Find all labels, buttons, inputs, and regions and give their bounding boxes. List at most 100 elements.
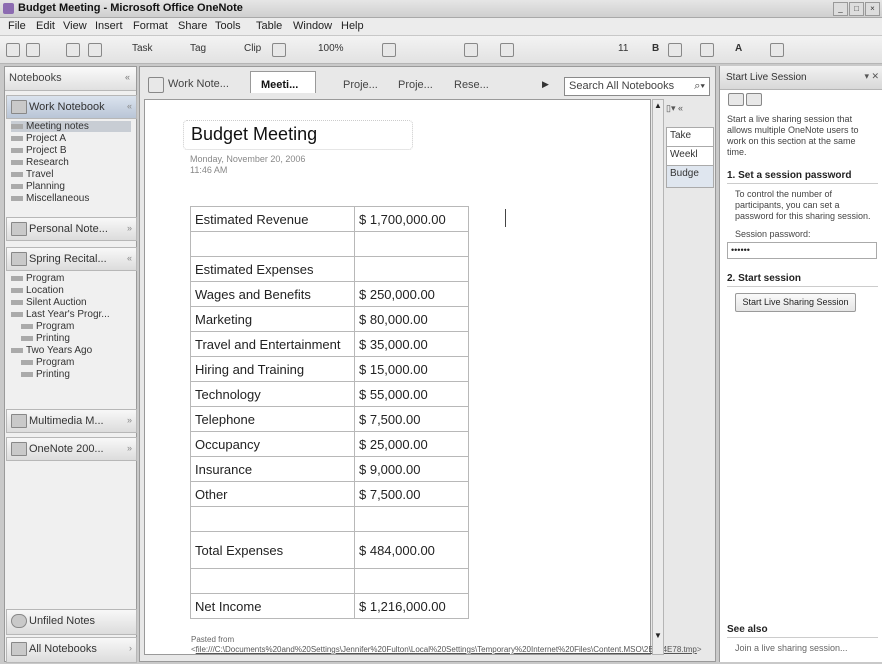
search-input[interactable]: Search All Notebooks ⌕▾ (564, 77, 710, 96)
task-button[interactable]: Task (132, 43, 153, 54)
page-tab-budget[interactable]: Budge (666, 165, 714, 188)
expand-icon[interactable]: » (127, 443, 132, 453)
table-row[interactable]: Marketing $ 80,000.00 (190, 306, 469, 332)
font-color-icon[interactable]: A (735, 43, 742, 54)
new-page-icon[interactable] (6, 43, 20, 57)
all-notebooks[interactable]: All Notebooks › (6, 637, 137, 663)
cut-icon[interactable] (66, 43, 80, 57)
section-program[interactable]: Program (21, 321, 74, 332)
collapse-icon[interactable]: « (127, 253, 132, 263)
table-row[interactable]: Insurance $ 9,000.00 (190, 456, 469, 482)
table-row[interactable]: Total Expenses $ 484,000.00 (190, 531, 469, 569)
highlighter-icon[interactable] (382, 43, 396, 57)
section-program[interactable]: Program (21, 357, 74, 368)
start-live-sharing-button[interactable]: Start Live Sharing Session (735, 293, 856, 312)
expand-icon[interactable]: » (127, 223, 132, 233)
menu-format[interactable]: Format (133, 20, 168, 32)
section-miscellaneous[interactable]: Miscellaneous (11, 193, 89, 204)
section-planning[interactable]: Planning (11, 181, 65, 192)
maximize-button[interactable]: □ (849, 2, 864, 16)
notebook-work[interactable]: Work Notebook « (6, 95, 137, 119)
menu-insert[interactable]: Insert (95, 20, 123, 32)
page-title-box[interactable]: Budget Meeting (183, 120, 413, 150)
tab-project-b[interactable]: Proje... (398, 79, 433, 101)
session-password-field[interactable]: •••••• (727, 242, 877, 259)
notebook-onenote[interactable]: OneNote 200... » (6, 437, 137, 461)
expand-icon[interactable]: » (127, 415, 132, 425)
unfiled-notes[interactable]: Unfiled Notes (6, 609, 137, 635)
spelling-icon[interactable] (770, 43, 784, 57)
notebook-spring-recital[interactable]: Spring Recital... « (6, 247, 137, 271)
new-page-icon[interactable]: ▯▾ « (666, 103, 683, 114)
table-row[interactable]: Estimated Expenses (190, 256, 469, 282)
scroll-up-icon[interactable]: ▲ (654, 101, 662, 110)
tab-meeting-notes[interactable]: Meeti... (250, 71, 316, 93)
table-row[interactable] (190, 506, 469, 532)
section-travel[interactable]: Travel (11, 169, 53, 180)
section-printing[interactable]: Printing (21, 369, 70, 380)
zoom-select[interactable]: 100% (318, 43, 344, 54)
undo-icon[interactable] (88, 43, 102, 57)
clip-button[interactable]: Clip (244, 43, 261, 54)
section-printing[interactable]: Printing (21, 333, 70, 344)
collapse-nav-icon[interactable]: « (125, 72, 130, 82)
pasted-from-link[interactable]: file:///C:\Documents%20and%20Settings\Je… (196, 645, 697, 654)
menu-view[interactable]: View (63, 20, 87, 32)
bullets-icon[interactable] (668, 43, 682, 57)
section-group-two-years-ago[interactable]: Two Years Ago (11, 345, 92, 356)
back-icon[interactable] (26, 43, 40, 57)
table-row[interactable]: Net Income $ 1,216,000.00 (190, 593, 469, 619)
menu-window[interactable]: Window (293, 20, 332, 32)
notebook-multimedia[interactable]: Multimedia M... » (6, 409, 137, 433)
collapse-icon[interactable]: « (127, 101, 132, 111)
budget-table[interactable]: Estimated Revenue $ 1,700,000.00 Estimate… (190, 206, 469, 619)
section-research[interactable]: Research (11, 157, 69, 168)
table-row[interactable]: Technology $ 55,000.00 (190, 381, 469, 407)
search-icon[interactable]: ⌕▾ (694, 80, 705, 93)
menu-help[interactable]: Help (341, 20, 364, 32)
numbering-icon[interactable] (700, 43, 714, 57)
tag-button[interactable]: Tag (190, 43, 206, 54)
tab-research[interactable]: Rese... (454, 79, 489, 101)
align-icon[interactable] (500, 43, 514, 57)
notebook-personal[interactable]: Personal Note... » (6, 217, 137, 241)
menu-tools[interactable]: Tools (215, 20, 241, 32)
table-row[interactable]: Estimated Revenue $ 1,700,000.00 (190, 206, 469, 232)
page-scrollbar[interactable]: ▲ ▼ (652, 99, 664, 655)
join-session-link[interactable]: Join a live sharing session... (735, 643, 848, 654)
bold-icon[interactable]: B (652, 43, 659, 54)
table-row[interactable]: Telephone $ 7,500.00 (190, 406, 469, 432)
task-pane-close-icon[interactable]: ▾ ✕ (864, 71, 879, 82)
menu-table[interactable]: Table (256, 20, 282, 32)
section-project-a[interactable]: Project A (11, 133, 66, 144)
close-button[interactable]: × (865, 2, 880, 16)
section-program[interactable]: Program (11, 273, 64, 284)
page-canvas[interactable]: Budget Meeting Monday, November 20, 2006… (144, 99, 702, 655)
table-row[interactable]: Travel and Entertainment $ 35,000.00 (190, 331, 469, 357)
font-size-select[interactable]: 11 (618, 43, 628, 54)
table-row[interactable] (190, 231, 469, 257)
scroll-down-icon[interactable]: ▼ (654, 631, 662, 640)
menu-file[interactable]: File (8, 20, 26, 32)
tab-project-a[interactable]: Proje... (343, 79, 378, 101)
section-project-b[interactable]: Project B (11, 145, 67, 156)
section-group-last-year[interactable]: Last Year's Progr... (11, 309, 110, 320)
menu-edit[interactable]: Edit (36, 20, 55, 32)
minimize-button[interactable]: _ (833, 2, 848, 16)
pen-icon[interactable] (272, 43, 286, 57)
back-arrow-icon[interactable] (728, 93, 744, 106)
font-size-up-icon[interactable] (464, 43, 478, 57)
table-row[interactable]: Wages and Benefits $ 250,000.00 (190, 281, 469, 307)
table-row[interactable] (190, 568, 469, 594)
table-row[interactable]: Occupancy $ 25,000.00 (190, 431, 469, 457)
section-silent-auction[interactable]: Silent Auction (11, 297, 87, 308)
tab-work-notebook[interactable]: Work Note... (168, 78, 229, 100)
menu-share[interactable]: Share (178, 20, 207, 32)
table-row[interactable]: Other $ 7,500.00 (190, 481, 469, 507)
forward-arrow-icon[interactable] (746, 93, 762, 106)
section-meeting-notes[interactable]: Meeting notes (11, 121, 131, 132)
table-row[interactable]: Hiring and Training $ 15,000.00 (190, 356, 469, 382)
more-tabs-icon[interactable]: ▶ (542, 79, 549, 90)
page-title[interactable]: Budget Meeting (191, 124, 317, 145)
section-location[interactable]: Location (11, 285, 64, 296)
